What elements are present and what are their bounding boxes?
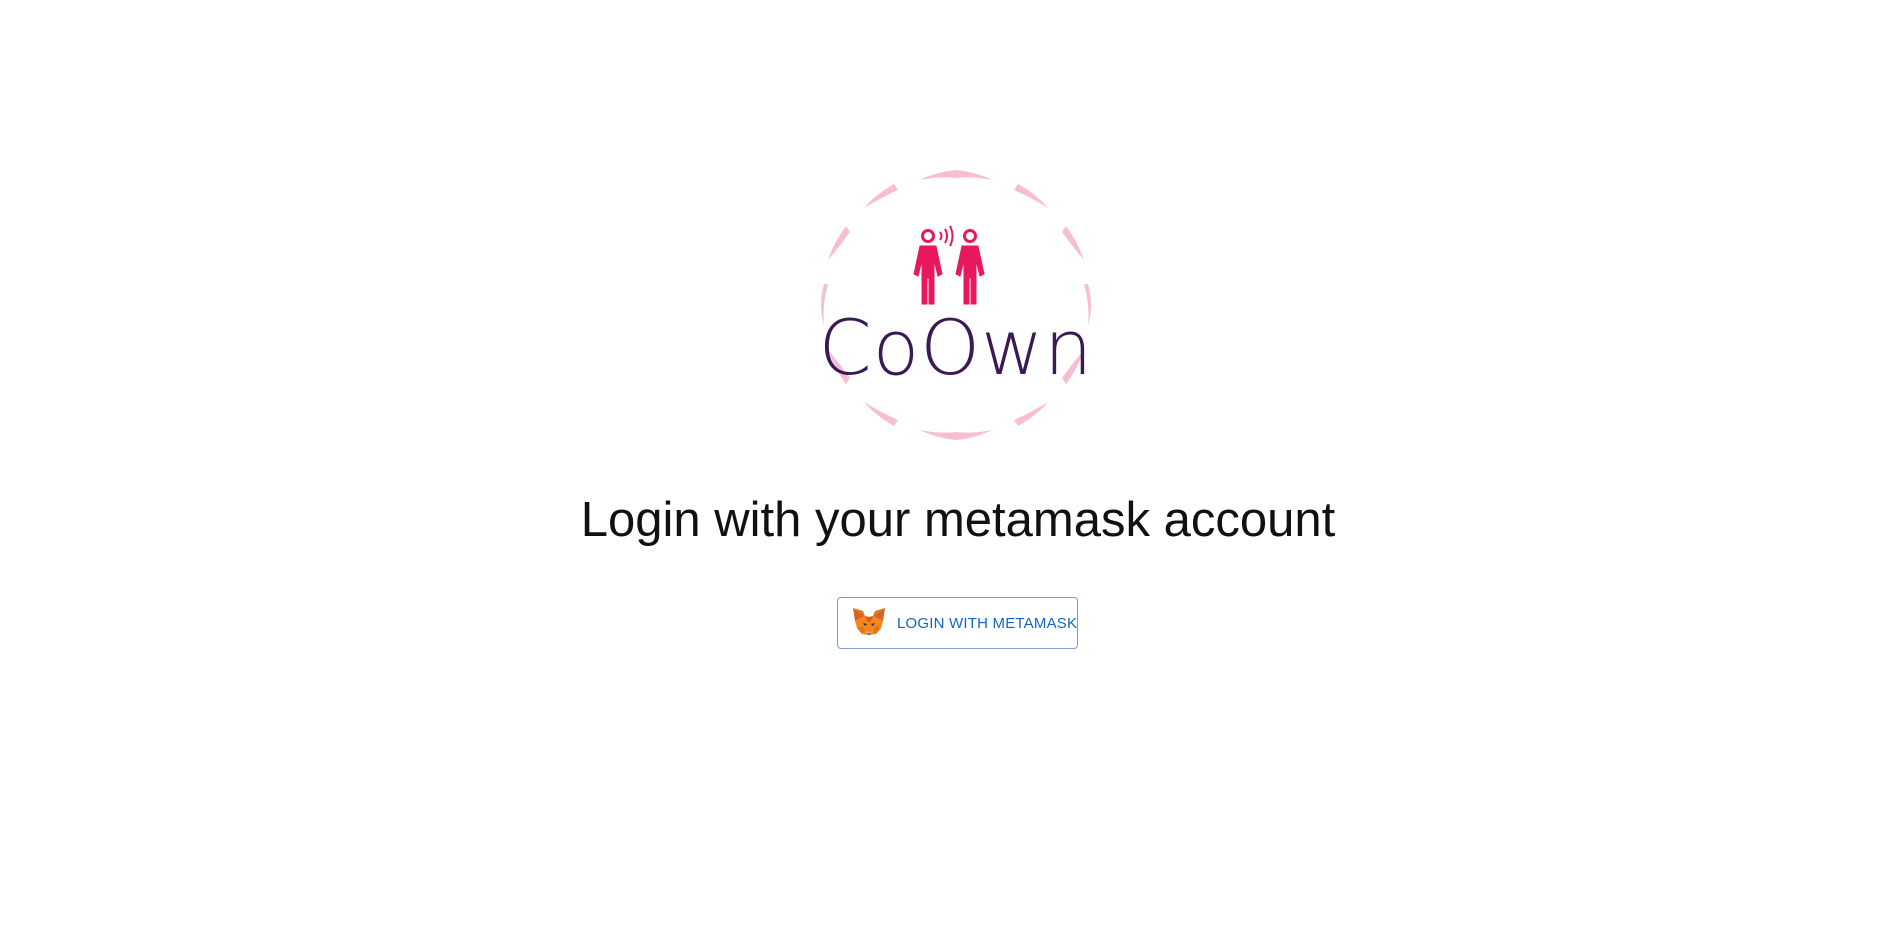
logo-people-icon [913,225,985,305]
coown-logo: CoOwn [819,170,1094,440]
logo-wordmark: CoOwn [819,303,1094,392]
login-with-metamask-button[interactable]: LOGIN WITH METAMASK [837,597,1078,649]
page-title: Login with your metamask account [580,493,1336,547]
login-button-label: LOGIN WITH METAMASK [897,614,1078,632]
metamask-fox-icon [853,608,885,635]
login-page: CoOwn Login with your metamask account L… [0,0,1889,952]
